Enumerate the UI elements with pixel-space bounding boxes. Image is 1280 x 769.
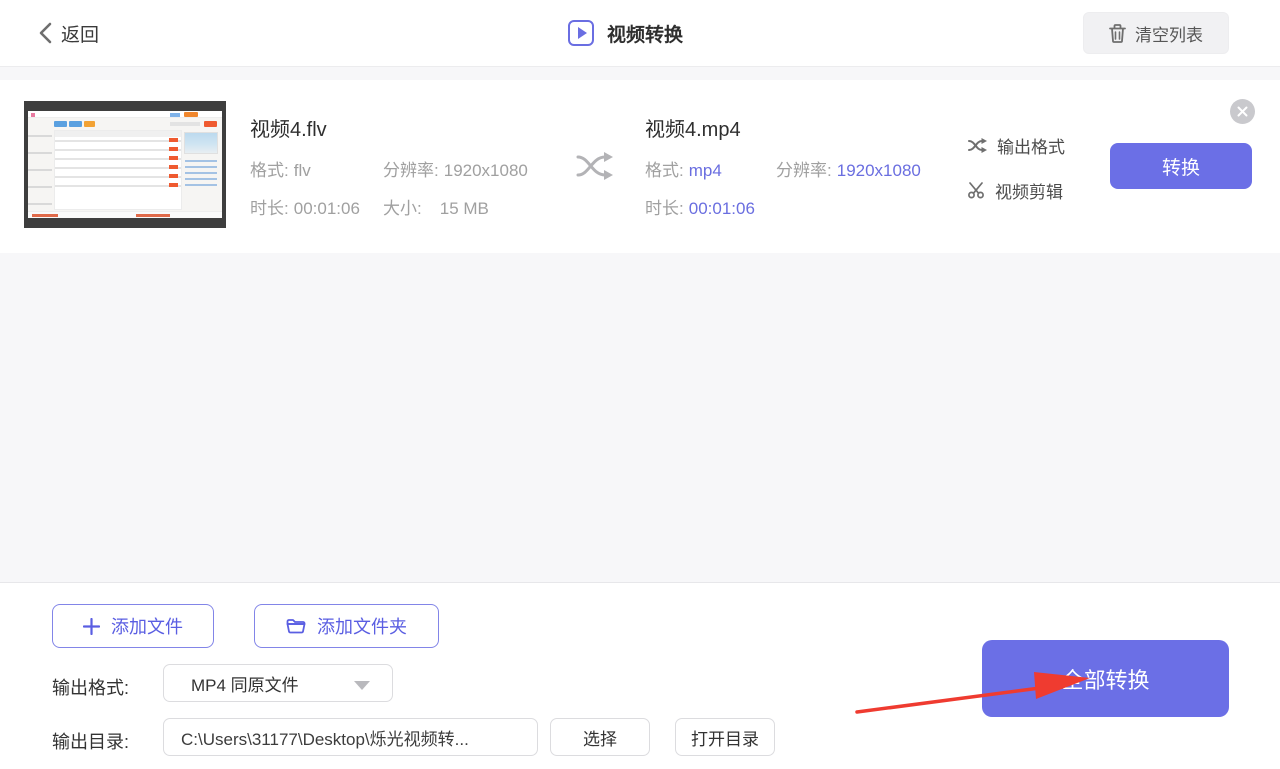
output-duration-value: 00:01:06 [688,199,755,218]
trash-icon [1109,23,1126,43]
source-resolution-value: 1920x1080 [443,161,528,180]
video-converter-window: 返回 视频转换 清空列表 视频4.flv 格式: flv 分辨率: 1920x1… [0,0,1280,769]
scissors-icon [968,182,984,199]
source-duration-value: 00:01:06 [293,199,360,218]
close-icon [1237,106,1248,117]
video-convert-icon [568,20,594,46]
file-list-area: 视频4.flv 格式: flv 分辨率: 1920x1080 时长: 00:01:06… [0,68,1280,582]
add-folder-button[interactable]: 添加文件夹 [254,604,439,648]
remove-file-button[interactable] [1230,99,1255,124]
output-resolution-value: 1920x1080 [836,161,921,180]
clear-list-label: 清空列表 [1135,25,1203,45]
convert-all-button[interactable]: 全部转换 [982,640,1229,717]
output-file-name: 视频4.mp4 [645,119,741,141]
page-title-group: 视频转换 [568,17,683,49]
output-format-selected-value: MP4 同原文件 [191,675,299,695]
output-format-field-label: 输出格式: [52,678,130,698]
output-duration-label: 时长: [645,199,684,218]
add-file-button[interactable]: 添加文件 [52,604,214,648]
row-output-format-label: 输出格式 [997,138,1065,157]
convert-button[interactable]: 转换 [1110,143,1252,189]
bottom-panel: 添加文件 添加文件夹 输出格式: MP4 同原文件 输出目录: 选择 打开目录 … [0,582,1280,769]
swap-icon [968,138,987,153]
add-folder-label: 添加文件夹 [317,617,407,637]
source-duration-label: 时长: [250,199,289,218]
output-dir-field-label: 输出目录: [52,732,130,752]
choose-dir-button[interactable]: 选择 [550,718,650,756]
plus-icon [83,617,100,635]
output-format-value: mp4 [688,161,722,180]
chevron-left-icon [39,22,52,44]
back-button[interactable]: 返回 [38,18,99,48]
row-video-trim-label: 视频剪辑 [995,183,1063,202]
source-format-label: 格式: [250,161,289,180]
source-resolution-label: 分辨率: [383,161,439,180]
row-output-format-button[interactable]: 输出格式 [968,133,1065,158]
output-format-select[interactable]: MP4 同原文件 [163,664,393,702]
folder-icon [286,619,306,634]
open-dir-button[interactable]: 打开目录 [675,718,775,756]
shuffle-icon [576,152,613,180]
row-video-trim-button[interactable]: 视频剪辑 [968,178,1063,203]
page-title: 视频转换 [607,24,684,46]
thumbnail-app-screen [28,111,222,218]
file-row: 视频4.flv 格式: flv 分辨率: 1920x1080 时长: 00:01:06… [0,80,1280,253]
source-size-value: 15 MB [439,199,489,218]
back-label: 返回 [61,24,100,46]
add-file-label: 添加文件 [111,617,183,637]
header: 返回 视频转换 清空列表 [0,0,1280,67]
output-format-label: 格式: [645,161,684,180]
output-dir-input[interactable] [163,718,538,756]
source-format-value: flv [293,161,311,180]
video-thumbnail [24,101,226,228]
output-resolution-label: 分辨率: [776,161,832,180]
dropdown-caret-icon [354,681,370,690]
clear-list-button[interactable]: 清空列表 [1083,12,1229,54]
source-file-name: 视频4.flv [250,119,327,141]
source-size-label: 大小: [383,199,422,218]
